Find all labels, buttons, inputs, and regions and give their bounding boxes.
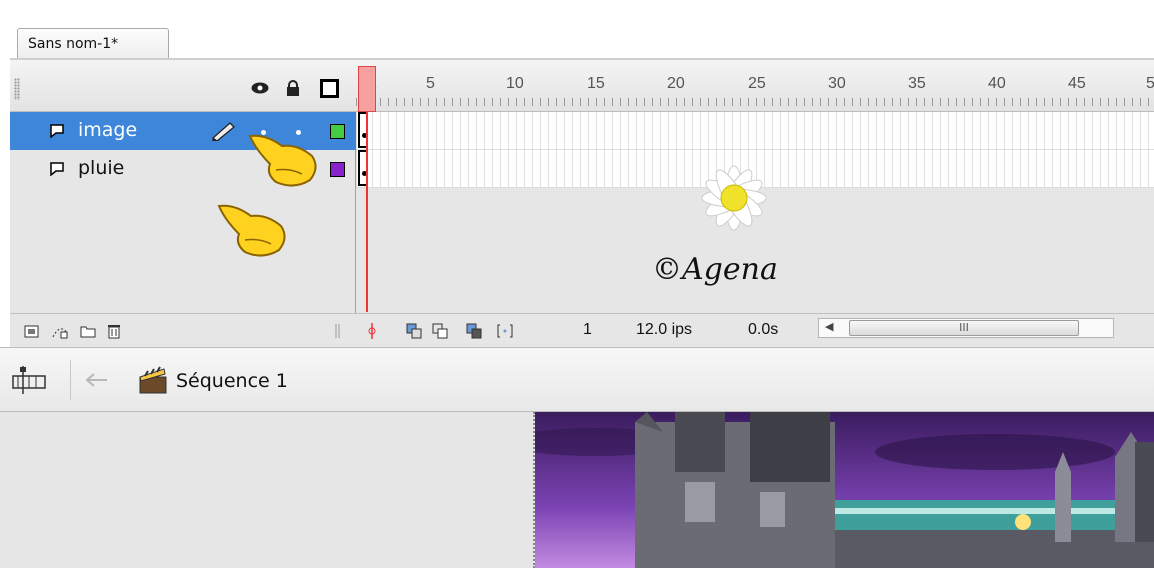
document-tab-strip: Sans nom-1*: [0, 0, 1154, 61]
timeline-panel: 1 5 10 15 20 25 30 35 40 45 5 image: [10, 60, 1154, 347]
document-tab[interactable]: Sans nom-1*: [17, 28, 169, 61]
watermark-text: ©Agena: [652, 252, 778, 287]
scene-label[interactable]: Séquence 1: [176, 370, 288, 392]
ruler-number: 20: [667, 75, 685, 92]
clapperboard-icon: [139, 366, 167, 394]
new-layer-icon[interactable]: [24, 323, 40, 339]
layer-name[interactable]: pluie: [78, 157, 124, 179]
edit-multiple-frames-icon[interactable]: [466, 323, 482, 339]
ruler-number: 40: [988, 75, 1006, 92]
ruler-number: 10: [506, 75, 524, 92]
lock-icon[interactable]: [286, 80, 300, 96]
ruler-ticks: [356, 98, 1154, 106]
pointing-hand-icon: [248, 134, 317, 187]
watermark: ©Agena: [652, 140, 812, 300]
frame-ruler[interactable]: 1 5 10 15 20 25 30 35 40 45 5: [356, 60, 1154, 112]
onion-skin-icon[interactable]: [406, 323, 422, 339]
eye-icon[interactable]: [251, 82, 269, 94]
modify-onion-markers-icon[interactable]: [497, 323, 513, 339]
layer-icon: [50, 124, 64, 138]
timeline-scrollbar[interactable]: ◀ III: [818, 318, 1114, 338]
ruler-number: 35: [908, 75, 926, 92]
pencil-icon: [211, 122, 235, 141]
motion-guide-icon[interactable]: [52, 323, 68, 339]
layer-icon: [50, 162, 64, 176]
scroll-thumb[interactable]: III: [849, 320, 1079, 336]
onion-skin-outlines-icon[interactable]: [432, 323, 448, 339]
layer-name[interactable]: image: [78, 119, 137, 141]
trash-icon[interactable]: [106, 323, 122, 339]
layer-outline-color[interactable]: [330, 124, 345, 139]
splitter-grip-icon[interactable]: [334, 323, 342, 339]
ruler-number: 5: [1146, 75, 1154, 92]
playhead-line: [366, 112, 368, 312]
timeline-toolbar: 1 12.0 ips 0.0s ◀ III: [10, 313, 1154, 347]
ruler-number: 45: [1068, 75, 1086, 92]
playhead[interactable]: [358, 66, 376, 112]
center-frame-icon[interactable]: [367, 323, 377, 339]
ruler-number: 15: [587, 75, 605, 92]
edit-bar-separator: [70, 360, 71, 400]
stage-area[interactable]: [0, 412, 1154, 568]
new-folder-icon[interactable]: [80, 323, 96, 339]
edit-bar: Séquence 1: [0, 347, 1154, 412]
panel-grip[interactable]: [14, 78, 20, 100]
timeline-toggle-icon[interactable]: [12, 366, 46, 394]
tower-bridge-picture: [535, 412, 1154, 568]
ruler-number: 5: [426, 75, 435, 92]
daisy-icon: [701, 165, 767, 231]
scroll-left-arrow-icon[interactable]: ◀: [825, 320, 833, 333]
frame-rate[interactable]: 12.0 ips: [636, 321, 692, 339]
ruler-number: 30: [828, 75, 846, 92]
stage-bitmap[interactable]: [533, 412, 1154, 568]
outline-toggle-icon[interactable]: [320, 79, 339, 98]
elapsed-time: 0.0s: [748, 321, 779, 338]
pointing-hand-icon: [217, 204, 286, 257]
ruler-number: 25: [748, 75, 766, 92]
back-arrow-icon[interactable]: [86, 373, 108, 387]
layer-outline-color[interactable]: [330, 162, 345, 177]
current-frame: 1: [583, 321, 592, 338]
